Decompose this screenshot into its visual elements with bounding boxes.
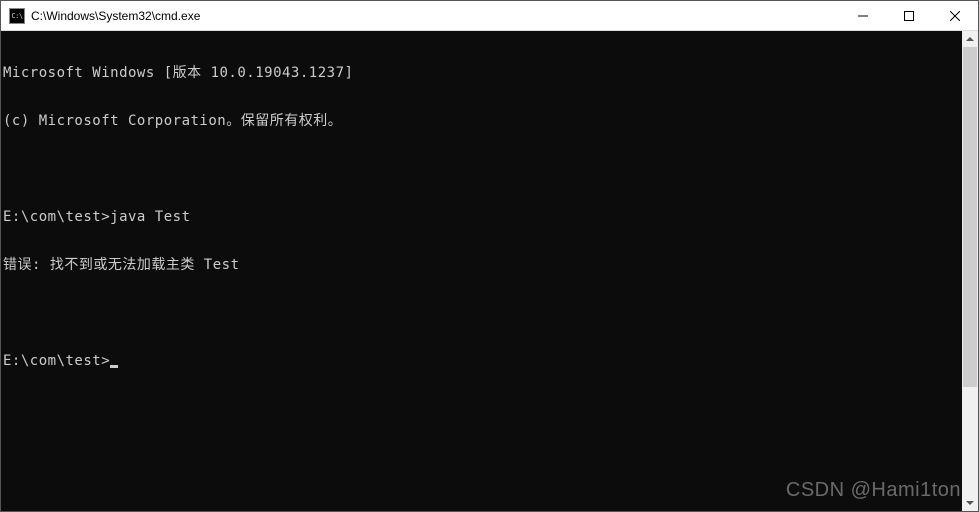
window-controls: [840, 1, 978, 30]
close-icon: [950, 11, 960, 21]
vertical-scrollbar[interactable]: [962, 31, 978, 511]
scroll-down-button[interactable]: [962, 495, 978, 511]
scroll-up-button[interactable]: [962, 31, 978, 47]
terminal-line: [3, 161, 962, 177]
minimize-button[interactable]: [840, 1, 886, 30]
cursor-icon: [110, 365, 118, 368]
chevron-up-icon: [966, 37, 974, 41]
cmd-window: C:\Windows\System32\cmd.exe Microsoft Wi…: [0, 0, 979, 512]
titlebar[interactable]: C:\Windows\System32\cmd.exe: [1, 1, 978, 31]
chevron-down-icon: [966, 501, 974, 505]
terminal-line: (c) Microsoft Corporation。保留所有权利。: [3, 113, 962, 129]
terminal-line: 错误: 找不到或无法加载主类 Test: [3, 257, 962, 273]
terminal-area: Microsoft Windows [版本 10.0.19043.1237] (…: [1, 31, 978, 511]
maximize-button[interactable]: [886, 1, 932, 30]
terminal-prompt-line: E:\com\test>: [3, 353, 962, 369]
scroll-thumb[interactable]: [963, 47, 977, 387]
close-button[interactable]: [932, 1, 978, 30]
minimize-icon: [858, 11, 868, 21]
terminal-output[interactable]: Microsoft Windows [版本 10.0.19043.1237] (…: [1, 31, 962, 511]
terminal-line: E:\com\test>java Test: [3, 209, 962, 225]
terminal-line: [3, 305, 962, 321]
terminal-prompt: E:\com\test>: [3, 353, 110, 369]
cmd-icon: [9, 8, 25, 24]
maximize-icon: [904, 11, 914, 21]
scroll-track[interactable]: [962, 47, 978, 495]
terminal-line: Microsoft Windows [版本 10.0.19043.1237]: [3, 65, 962, 81]
window-title: C:\Windows\System32\cmd.exe: [31, 9, 840, 23]
